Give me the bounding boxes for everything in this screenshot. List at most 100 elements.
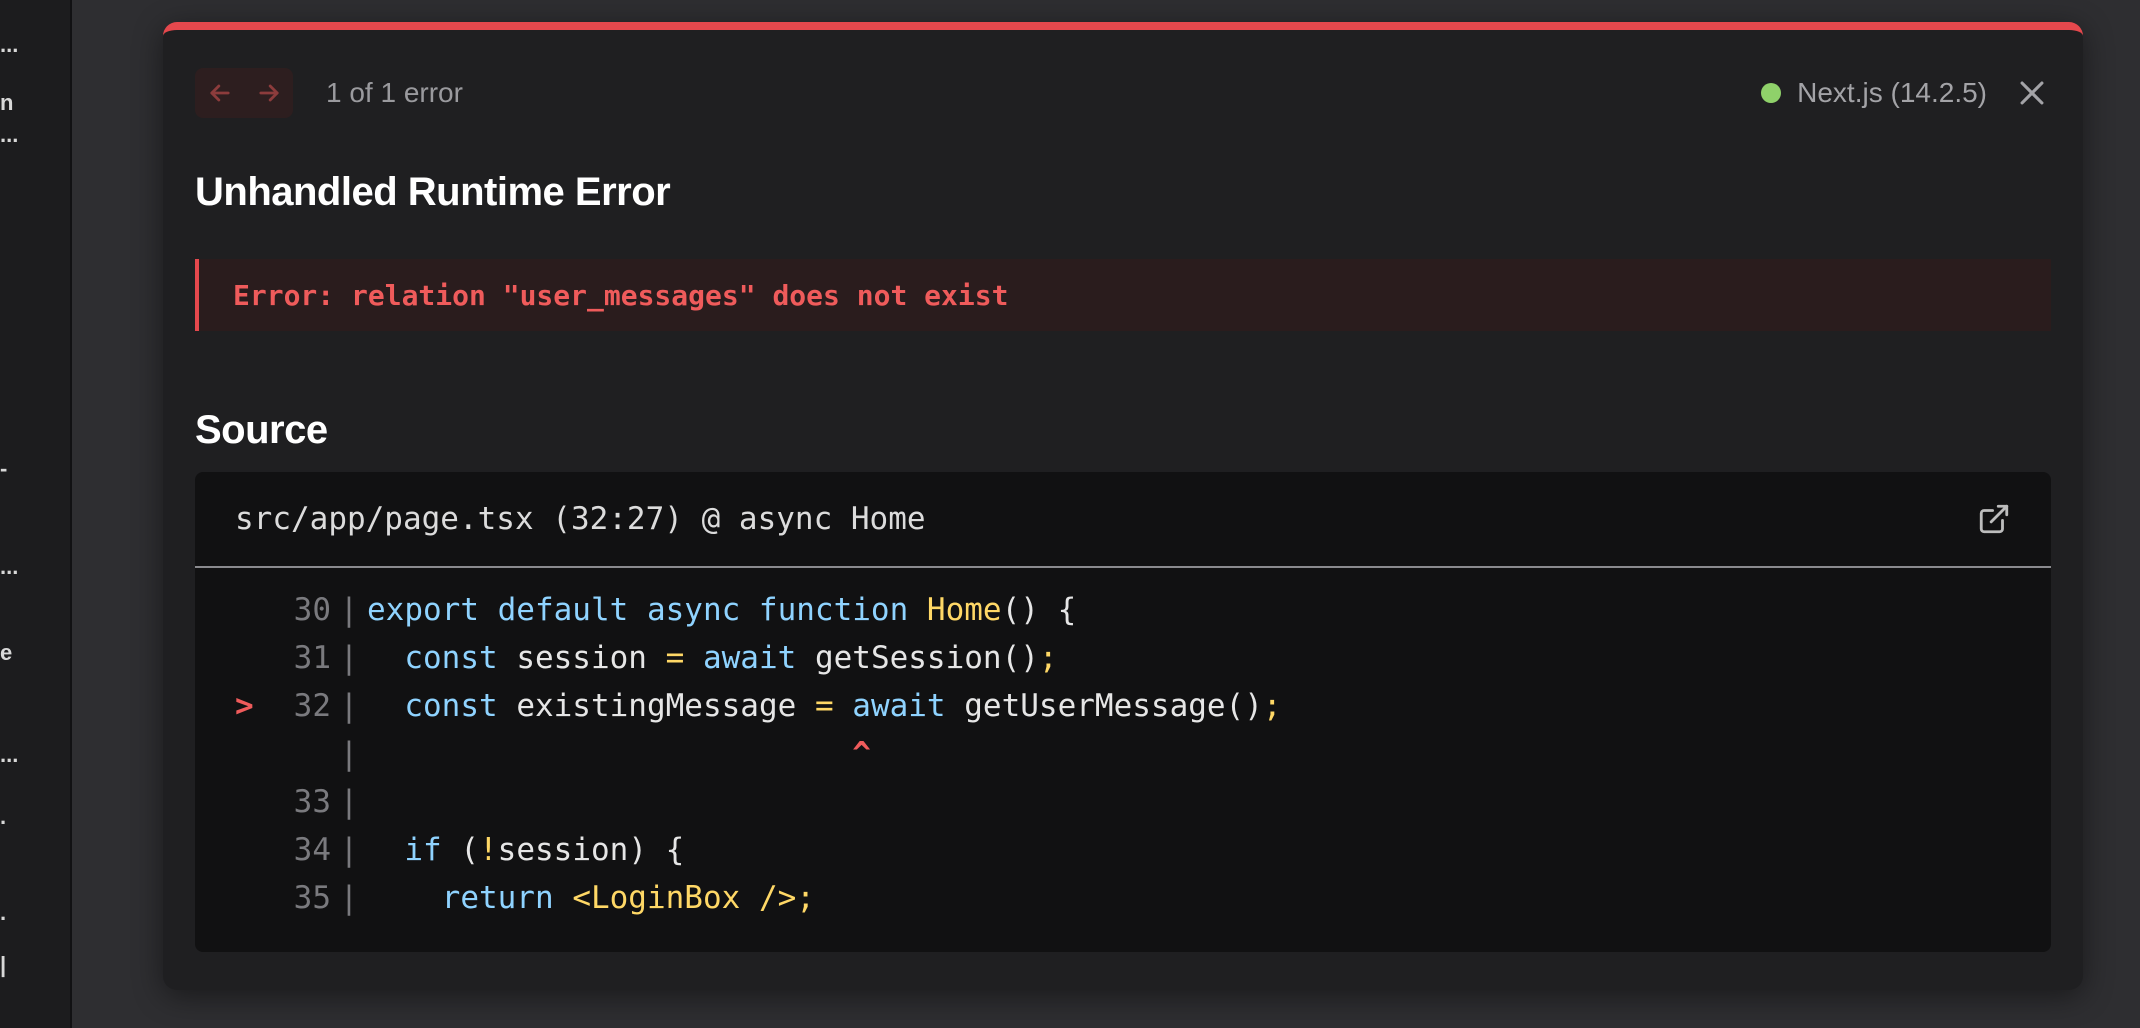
line-number: 33 <box>293 784 331 820</box>
code-text: return <LoginBox />; <box>367 874 815 922</box>
line-number: 34 <box>293 832 331 868</box>
code-line: 33 | <box>195 778 2051 826</box>
sidebar-fragment: ... <box>0 32 19 57</box>
sidebar-fragment: ... <box>0 122 19 147</box>
line-number: 35 <box>293 880 331 916</box>
error-message-box: Error: relation "user_messages" does not… <box>195 259 2051 331</box>
error-pagination <box>195 68 293 118</box>
line-number: 30 <box>293 592 331 628</box>
code-text: const existingMessage = await getUserMes… <box>367 682 1282 730</box>
sidebar-fragment: ... <box>0 742 19 767</box>
code-token: existingMessage <box>516 688 815 724</box>
code-line: 34 | if (!session) { <box>195 826 2051 874</box>
code-text: const session = await getSession(); <box>367 634 1058 682</box>
code-gutter-spacer <box>195 682 235 730</box>
code-gutter-spacer <box>195 778 235 826</box>
status-dot-icon <box>1761 83 1782 103</box>
code-token: await <box>702 640 815 676</box>
code-line: 35 | return <LoginBox />; <box>195 874 2051 922</box>
sidebar-fragment: e <box>0 640 13 665</box>
arrow-right-icon <box>258 84 279 102</box>
background-sidebar: ... n ... - ... e ... . . | <box>0 0 72 1028</box>
line-number: 31 <box>293 640 331 676</box>
code-frame: 30 | export default async function Home() … <box>195 568 2051 922</box>
error-overlay-dialog: 1 of 1 error Next.js (14.2.5) Unhandled … <box>163 22 2083 990</box>
sidebar-fragment: ... <box>0 554 19 579</box>
code-line: 31 | const session = await getSession(); <box>195 634 2051 682</box>
error-line-marker <box>235 874 273 922</box>
error-line-marker: > <box>235 688 254 724</box>
sidebar-fragment: n <box>0 90 14 115</box>
error-line-marker <box>235 634 273 682</box>
line-separator: | <box>339 736 359 772</box>
arrow-left-icon <box>209 84 230 102</box>
code-token: return <box>441 880 573 916</box>
code-token: ! <box>479 832 498 868</box>
source-code-panel: src/app/page.tsx (32:27) @ async Home 30… <box>195 472 2051 952</box>
code-text: export default async function Home() { <box>367 586 1076 634</box>
line-separator: | <box>339 640 359 676</box>
code-token: ; <box>1038 640 1058 676</box>
code-text: ^ <box>367 730 871 778</box>
error-line-marker <box>235 826 273 874</box>
line-separator: | <box>339 592 359 628</box>
open-in-editor-button[interactable] <box>1977 502 2011 536</box>
code-token: getUserMessage() <box>964 688 1263 724</box>
version-label: Next.js (14.2.5) <box>1797 77 1987 108</box>
code-token: <LoginBox /> <box>572 880 797 916</box>
line-number <box>273 730 331 778</box>
code-token: getSession() <box>814 640 1039 676</box>
line-separator: | <box>339 880 359 916</box>
sidebar-fragment: - <box>0 456 8 481</box>
error-message: Error: relation "user_messages" does not… <box>233 278 1009 312</box>
code-gutter-spacer <box>195 586 235 634</box>
source-heading: Source <box>195 408 328 452</box>
code-token: () { <box>1001 592 1077 628</box>
code-line: | ^ <box>195 730 2051 778</box>
code-token: const <box>404 640 517 676</box>
line-separator: | <box>339 832 359 868</box>
code-token: await <box>852 688 965 724</box>
code-line: 30 | export default async function Home() … <box>195 586 2051 634</box>
line-separator: | <box>339 784 359 820</box>
error-counter: 1 of 1 error <box>326 77 463 108</box>
code-gutter-spacer <box>195 730 235 778</box>
code-text: if (!session) { <box>367 826 684 874</box>
error-line-marker <box>235 778 273 826</box>
code-token: session <box>516 640 666 676</box>
sidebar-fragment: . <box>0 900 7 925</box>
source-file-reference[interactable]: src/app/page.tsx (32:27) @ async Home <box>235 501 926 537</box>
error-line-marker <box>235 730 273 778</box>
code-gutter-spacer <box>195 634 235 682</box>
error-title: Unhandled Runtime Error <box>195 170 671 214</box>
code-token: if <box>404 832 461 868</box>
code-token: ( <box>460 832 479 868</box>
source-file-header[interactable]: src/app/page.tsx (32:27) @ async Home <box>195 472 2051 568</box>
sidebar-fragment: | <box>0 952 7 977</box>
code-token: ^ <box>367 736 871 772</box>
code-token: = <box>814 688 834 724</box>
close-button[interactable] <box>2013 74 2051 112</box>
code-token: session) { <box>497 832 685 868</box>
version-indicator: Next.js (14.2.5) <box>1761 74 1987 112</box>
code-token: Home <box>926 592 1002 628</box>
code-token: = <box>665 640 685 676</box>
sidebar-fragment: . <box>0 804 7 829</box>
previous-error-button[interactable] <box>195 68 244 118</box>
code-token: ; <box>796 880 815 916</box>
close-icon <box>2020 81 2044 105</box>
code-gutter-spacer <box>195 826 235 874</box>
code-token: ; <box>1262 688 1282 724</box>
error-line-marker <box>235 586 273 634</box>
code-line: >32 | const existingMessage = await getUs… <box>195 682 2051 730</box>
external-link-icon <box>1979 504 2009 534</box>
code-gutter-spacer <box>195 874 235 922</box>
next-error-button[interactable] <box>244 68 293 118</box>
line-number: 32 <box>293 688 331 724</box>
